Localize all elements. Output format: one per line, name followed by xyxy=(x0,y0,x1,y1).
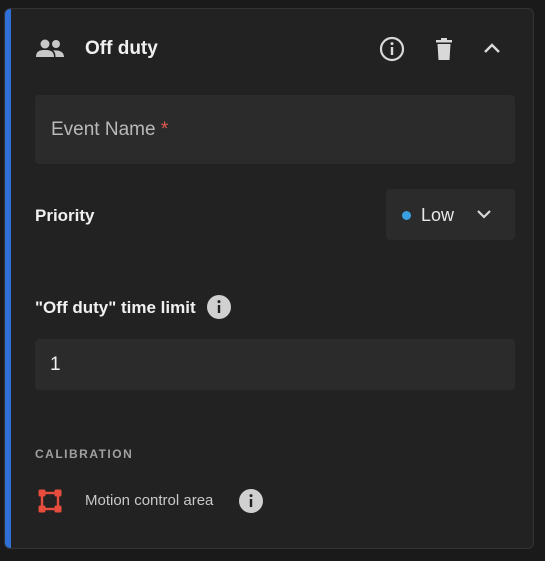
card-title: Off duty xyxy=(85,38,158,59)
time-limit-input[interactable]: 1 xyxy=(35,339,515,390)
info-icon[interactable] xyxy=(206,294,232,320)
accent-bar xyxy=(5,9,11,548)
priority-dot xyxy=(402,211,411,220)
trash-icon xyxy=(436,38,452,60)
event-name-placeholder: Event Name * xyxy=(51,119,169,140)
info-icon[interactable] xyxy=(238,488,264,514)
required-mark: * xyxy=(160,119,169,140)
calibration-section-title: CALIBRATION xyxy=(35,447,134,461)
chevron-down-icon xyxy=(477,210,491,219)
motion-control-area-label: Motion control area xyxy=(85,492,214,509)
priority-label: Priority xyxy=(35,206,95,225)
event-card: Off duty Event Name * Priority Low "Off … xyxy=(4,8,534,549)
card-header: Off duty xyxy=(35,29,525,69)
delete-button[interactable] xyxy=(430,35,458,63)
time-limit-value: 1 xyxy=(50,354,61,375)
time-limit-label: "Off duty" time limit xyxy=(35,298,196,317)
group-icon xyxy=(36,39,64,57)
event-name-field[interactable]: Event Name * xyxy=(35,95,515,164)
area-select-icon xyxy=(38,489,62,513)
chevron-up-icon xyxy=(484,43,500,53)
priority-select[interactable]: Low xyxy=(386,189,515,240)
collapse-button[interactable] xyxy=(478,35,506,63)
priority-value: Low xyxy=(421,205,455,225)
info-button[interactable] xyxy=(378,35,406,63)
info-icon xyxy=(379,36,405,62)
motion-control-area-item[interactable]: Motion control area xyxy=(35,484,295,518)
